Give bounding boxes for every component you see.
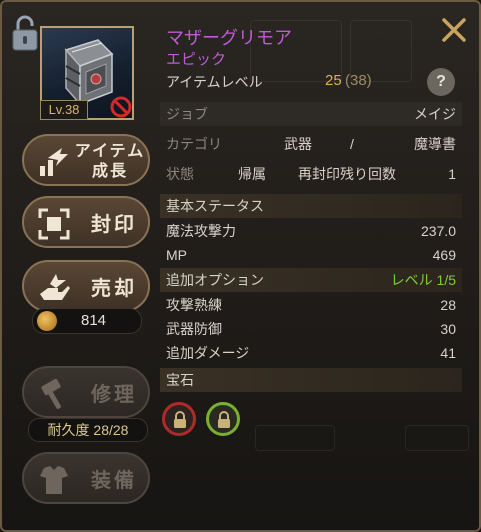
item-level-value: 25 [325,72,342,89]
item-growth-label: アイテム 成長 [72,142,148,182]
item-growth-label-line2: 成長 [91,163,128,180]
sell-hand-icon [40,274,70,300]
not-tradeable-icon [110,96,132,118]
stat-label: MP [166,247,187,263]
stat-value: 469 [432,247,456,263]
stat-row: 魔法攻撃力 237.0 [160,219,462,243]
lock-icon [174,411,186,428]
stat-value: 237.0 [420,223,456,239]
category-separator: / [350,136,354,152]
gems-header: 宝石 [160,368,462,392]
reseal-label: 再封印残り回数 [298,166,396,182]
category-value-1: 武器 [284,136,312,152]
sell-price: 814 [32,308,142,334]
item-rank: エピック [166,51,227,68]
equip-button[interactable]: 装備 [22,452,150,504]
background-ghost [255,425,335,451]
job-row: ジョブ メイジ [160,102,462,126]
gold-coin-icon [37,311,57,331]
grimoire-icon [64,39,114,106]
job-label: ジョブ [166,106,208,122]
item-growth-label-line1: アイテム [74,143,146,160]
lock-toggle-icon[interactable] [10,14,40,52]
hammer-icon [41,378,61,409]
stat-label: 魔法攻撃力 [166,223,236,239]
state-label: 状態 [166,166,194,182]
gem-slot-locked[interactable] [206,402,240,436]
category-row: カテゴリ 武器 / 魔導書 [160,132,462,156]
option-label: 攻撃熟練 [166,297,222,313]
category-value-2: 魔導書 [414,136,456,152]
sell-price-value: 814 [81,312,107,329]
state-row: 状態 帰属 再封印残り回数 1 [160,162,462,186]
stat-row: MP 469 [160,243,462,267]
item-level-row: アイテムレベル [160,70,462,94]
item-growth-button[interactable]: アイテム 成長 [22,134,150,186]
lock-icon [218,411,230,428]
option-value: 41 [440,345,456,361]
item-level-max: (38) [345,72,372,89]
state-value: 帰属 [238,166,266,182]
durability-badge: 耐久度 28/28 [28,418,148,442]
option-row: 武器防御 30 [160,317,462,341]
item-level-badge: Lv.38 [40,100,88,120]
base-status-header: 基本ステータス [160,194,462,218]
extra-options-level: レベル 1/5 [390,272,456,288]
seal-label: 封印 [91,213,137,236]
option-value: 30 [440,321,456,337]
category-label: カテゴリ [166,136,222,152]
gems-title: 宝石 [166,372,194,388]
sell-button[interactable]: 売却 [22,260,150,312]
option-value: 28 [440,297,456,313]
close-icon[interactable] [440,16,468,44]
seal-icon [38,208,70,240]
repair-button[interactable]: 修理 [22,366,150,418]
base-status-title: 基本ステータス [166,198,264,214]
gem-slot-locked[interactable] [162,402,196,436]
extra-options-header: 追加オプション レベル 1/5 [160,268,462,292]
option-row: 攻撃熟練 28 [160,293,462,317]
repair-label: 修理 [91,383,137,406]
sell-label: 売却 [91,277,137,300]
job-value: メイジ [414,106,456,122]
item-level-label: アイテムレベル [166,74,263,90]
reseal-count: 1 [448,166,456,182]
armor-icon [40,466,68,494]
seal-button[interactable]: 封印 [22,196,150,248]
background-ghost [405,425,469,451]
item-name: マザーグリモア [166,28,292,48]
option-label: 武器防御 [166,321,222,337]
option-row: 追加ダメージ 41 [160,341,462,365]
option-label: 追加ダメージ [166,345,250,361]
help-icon[interactable]: ? [427,68,455,96]
extra-options-title: 追加オプション [166,272,264,288]
growth-arrow-icon [40,148,68,176]
equip-label: 装備 [91,469,137,492]
